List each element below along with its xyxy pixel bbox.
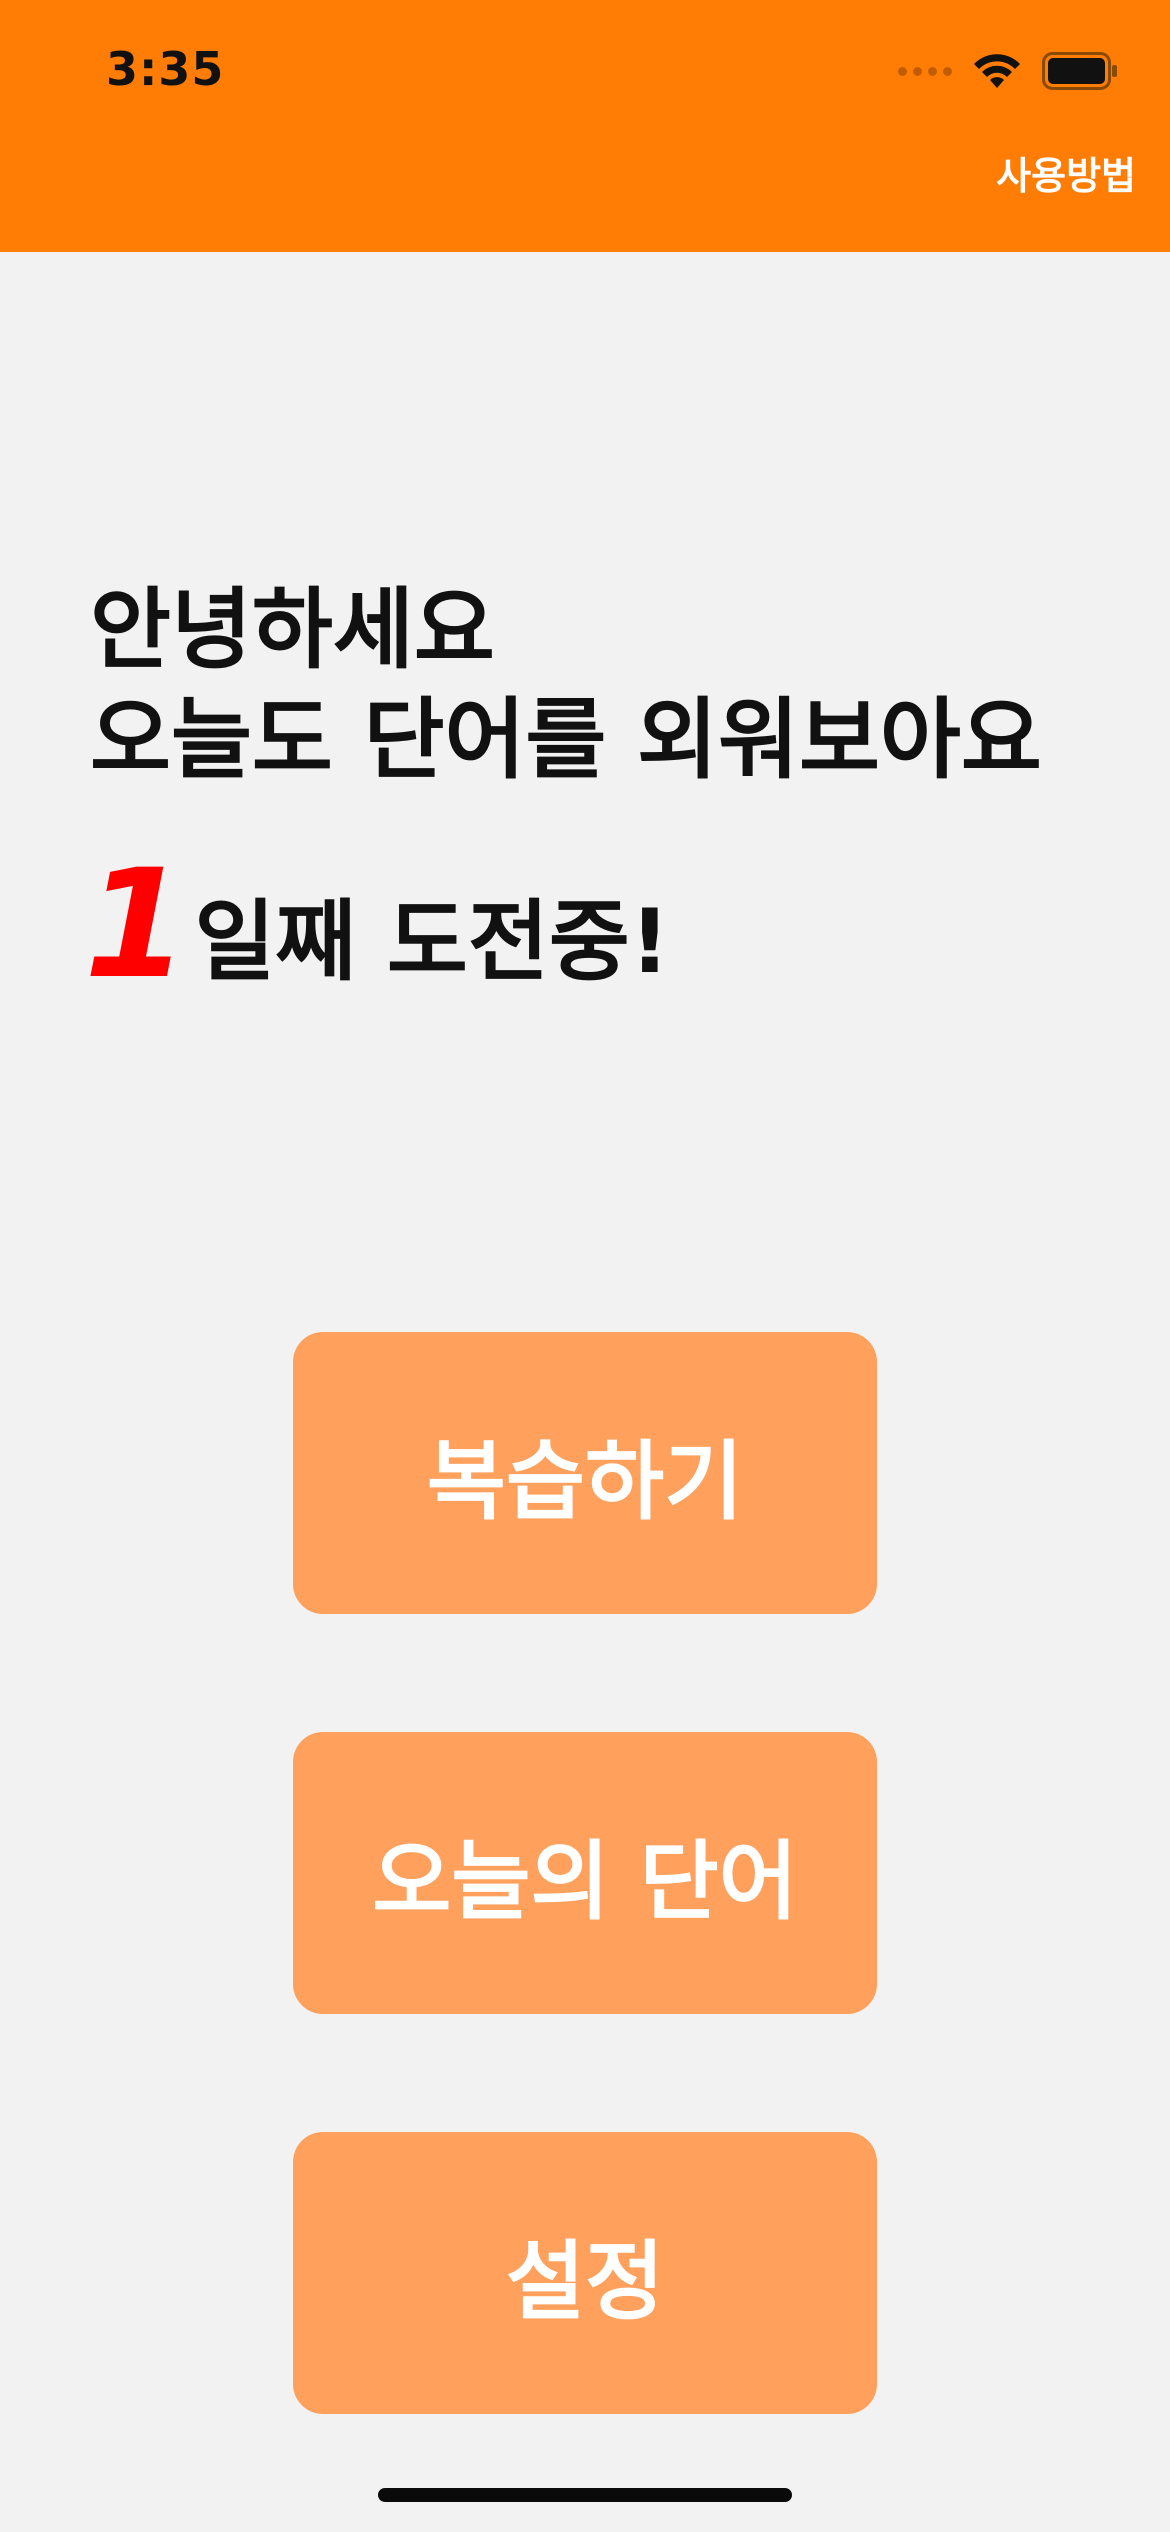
battery-icon	[1042, 52, 1117, 90]
wifi-icon	[974, 54, 1020, 88]
status-time: 3:35	[106, 42, 225, 96]
app-header: 3:35 사용방법	[0, 0, 1170, 252]
cellular-signal-icon	[898, 66, 952, 76]
status-icons	[898, 52, 1118, 90]
greeting-line-1: 안녕하세요	[90, 578, 495, 681]
challenge-text: 일째 도전중!	[194, 890, 670, 993]
settings-button[interactable]: 설정	[293, 2132, 877, 2414]
home-indicator	[378, 2488, 792, 2502]
greeting-text: 안녕하세요 오늘도 단어를 외워보아요	[90, 575, 1042, 795]
review-button[interactable]: 복습하기	[293, 1332, 877, 1614]
greeting-line-2: 오늘도 단어를 외워보아요	[90, 688, 1042, 791]
challenge-status: 1 일째 도전중!	[84, 850, 670, 1000]
help-button[interactable]: 사용방법	[996, 145, 1136, 200]
today-word-button[interactable]: 오늘의 단어	[293, 1732, 877, 2014]
day-count: 1	[84, 838, 189, 1012]
